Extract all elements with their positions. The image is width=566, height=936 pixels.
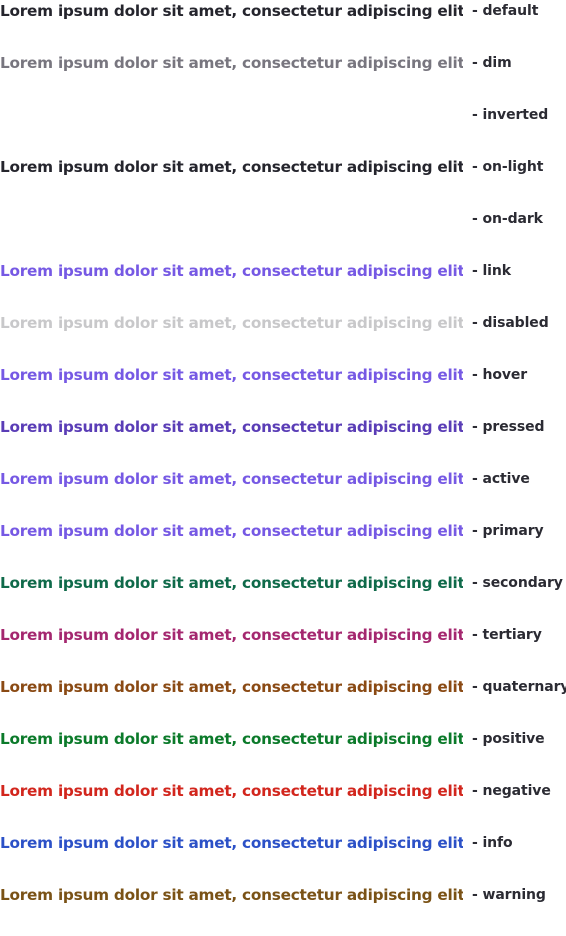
text-color-row: Lorem ipsum dolor sit amet, consectetur … xyxy=(0,624,566,676)
color-variant-label: - negative xyxy=(472,783,551,799)
color-variant-label: - on-dark xyxy=(472,211,543,227)
text-color-row: Lorem ipsum dolor sit amet, consectetur … xyxy=(0,572,566,624)
color-variant-label: - disabled xyxy=(472,315,549,331)
text-color-row: Lorem ipsum dolor sit amet, consectetur … xyxy=(0,156,566,208)
color-variant-label: - positive xyxy=(472,731,545,747)
sample-text: Lorem ipsum dolor sit amet, consectetur … xyxy=(0,470,463,488)
color-variant-label: - quaternary xyxy=(472,679,566,695)
text-color-row: Lorem ipsum dolor sit amet, consectetur … xyxy=(0,884,566,936)
color-variant-label: - inverted xyxy=(472,107,549,123)
text-color-row: Lorem ipsum dolor sit amet, consectetur … xyxy=(0,676,566,728)
color-variant-label: - tertiary xyxy=(472,627,542,643)
text-color-row: Lorem ipsum dolor sit amet, consectetur … xyxy=(0,104,566,156)
color-variant-label: - default xyxy=(472,3,539,19)
color-variant-label: - primary xyxy=(472,523,544,539)
text-color-row: Lorem ipsum dolor sit amet, consectetur … xyxy=(0,364,566,416)
color-variant-label: - active xyxy=(472,471,530,487)
text-color-row: Lorem ipsum dolor sit amet, consectetur … xyxy=(0,208,566,260)
color-variant-label: - secondary xyxy=(472,575,563,591)
text-color-row: Lorem ipsum dolor sit amet, consectetur … xyxy=(0,832,566,884)
sample-text: Lorem ipsum dolor sit amet, consectetur … xyxy=(0,782,463,800)
sample-text: Lorem ipsum dolor sit amet, consectetur … xyxy=(0,418,463,436)
color-variant-label: - pressed xyxy=(472,419,545,435)
color-variant-label: - hover xyxy=(472,367,528,383)
color-variant-label: - on-light xyxy=(472,159,544,175)
sample-text: Lorem ipsum dolor sit amet, consectetur … xyxy=(0,678,463,696)
sample-text: Lorem ipsum dolor sit amet, consectetur … xyxy=(0,522,463,540)
sample-text: Lorem ipsum dolor sit amet, consectetur … xyxy=(0,886,463,904)
color-variant-label: - link xyxy=(472,263,511,279)
text-color-row: Lorem ipsum dolor sit amet, consectetur … xyxy=(0,312,566,364)
color-variant-label: - info xyxy=(472,835,513,851)
text-color-row: Lorem ipsum dolor sit amet, consectetur … xyxy=(0,780,566,832)
text-color-row: Lorem ipsum dolor sit amet, consectetur … xyxy=(0,260,566,312)
sample-text: Lorem ipsum dolor sit amet, consectetur … xyxy=(0,626,463,644)
text-color-row: Lorem ipsum dolor sit amet, consectetur … xyxy=(0,728,566,780)
sample-text: Lorem ipsum dolor sit amet, consectetur … xyxy=(0,574,463,592)
color-variant-label: - warning xyxy=(472,887,546,903)
text-color-row: Lorem ipsum dolor sit amet, consectetur … xyxy=(0,520,566,572)
sample-text: Lorem ipsum dolor sit amet, consectetur … xyxy=(0,314,463,332)
sample-text: Lorem ipsum dolor sit amet, consectetur … xyxy=(0,158,463,176)
text-color-list: Lorem ipsum dolor sit amet, consectetur … xyxy=(0,0,566,936)
text-color-row: Lorem ipsum dolor sit amet, consectetur … xyxy=(0,0,566,52)
sample-text: Lorem ipsum dolor sit amet, consectetur … xyxy=(0,262,463,280)
text-color-row: Lorem ipsum dolor sit amet, consectetur … xyxy=(0,416,566,468)
sample-text: Lorem ipsum dolor sit amet, consectetur … xyxy=(0,730,463,748)
text-color-row: Lorem ipsum dolor sit amet, consectetur … xyxy=(0,468,566,520)
sample-text: Lorem ipsum dolor sit amet, consectetur … xyxy=(0,366,463,384)
sample-text: Lorem ipsum dolor sit amet, consectetur … xyxy=(0,54,463,72)
sample-text: Lorem ipsum dolor sit amet, consectetur … xyxy=(0,2,463,20)
sample-text: Lorem ipsum dolor sit amet, consectetur … xyxy=(0,834,463,852)
color-variant-label: - dim xyxy=(472,55,512,71)
text-color-row: Lorem ipsum dolor sit amet, consectetur … xyxy=(0,52,566,104)
